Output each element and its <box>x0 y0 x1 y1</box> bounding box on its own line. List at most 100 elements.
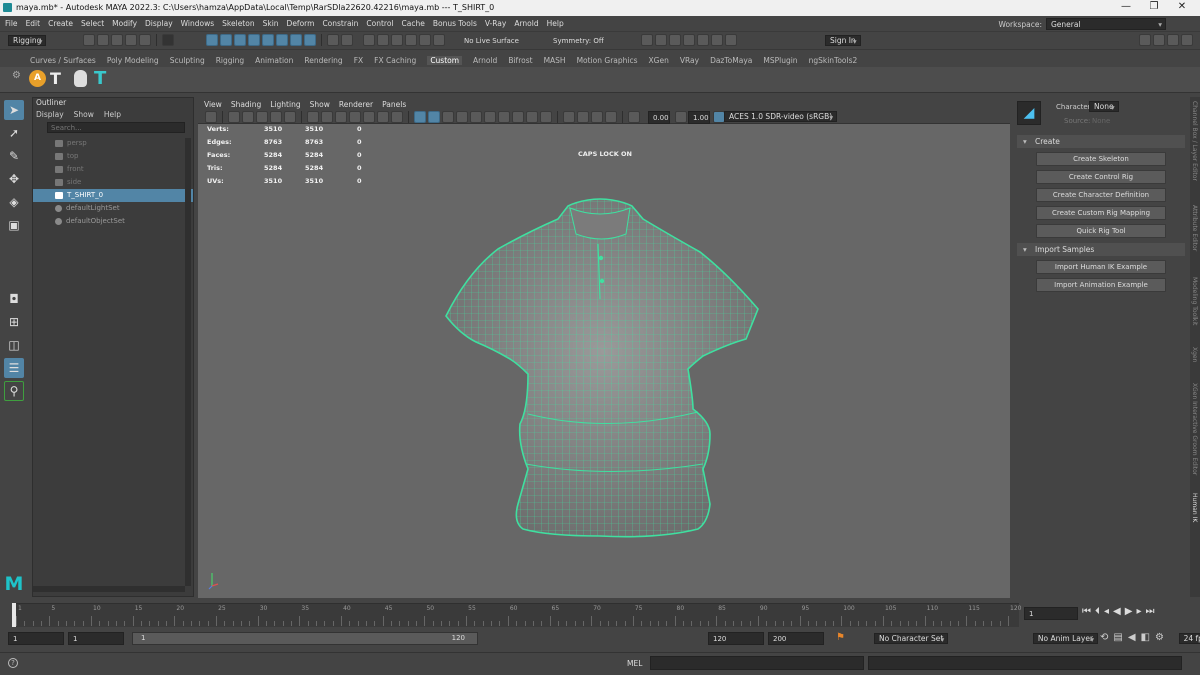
outliner-item[interactable]: side <box>33 176 193 189</box>
menu-cache[interactable]: Cache <box>402 19 425 28</box>
menu-modify[interactable]: Modify <box>112 19 137 28</box>
loop-icon[interactable]: ⟲ <box>1100 632 1113 643</box>
playback-start-field[interactable]: 1 <box>68 632 124 645</box>
menu-skin[interactable]: Skin <box>263 19 279 28</box>
shelf-tab-msplugin[interactable]: MSPlugin <box>763 56 797 65</box>
lasso-tool-icon[interactable]: ➚ <box>4 123 24 143</box>
xray-joints-icon[interactable] <box>591 111 603 123</box>
shelf-tab-vray[interactable]: VRay <box>680 56 699 65</box>
current-time-marker[interactable] <box>12 603 16 627</box>
side-tab-modeling-toolkit[interactable]: Modeling Toolkit <box>1191 277 1198 325</box>
perspective-viewport[interactable]: Verts: 3510 3510 0 Edges: 8763 8763 0 Faces: 5284… <box>198 124 1010 598</box>
film-gate-icon[interactable] <box>321 111 333 123</box>
anim-layer-combo[interactable]: No Anim Layer <box>1032 633 1099 644</box>
snap-surface-icon[interactable] <box>419 34 431 46</box>
viewport-menu-lighting[interactable]: Lighting <box>270 100 300 109</box>
image-plane-icon[interactable] <box>256 111 268 123</box>
workspace-combo[interactable]: General <box>1046 18 1166 30</box>
use-lights-icon[interactable] <box>470 111 482 123</box>
select-tool-icon[interactable]: ➤ <box>4 100 24 120</box>
anti-aliasing-icon[interactable] <box>526 111 538 123</box>
select-component-icon[interactable] <box>234 34 246 46</box>
rotate-tool-icon[interactable]: ◈ <box>4 192 24 212</box>
sign-in-combo[interactable]: Sign In <box>824 35 861 46</box>
single-perspective-layout-icon[interactable]: ◘ <box>4 289 24 309</box>
isolate-select-icon[interactable] <box>563 111 575 123</box>
snap-view-plane-icon[interactable] <box>405 34 417 46</box>
shelf-tab-sculpting[interactable]: Sculpting <box>170 56 205 65</box>
modeling-toolkit-icon[interactable] <box>1139 34 1151 46</box>
command-input[interactable] <box>650 656 864 670</box>
cache-playback-icon[interactable]: ▤ <box>1113 632 1127 643</box>
select-hierarchy-icon[interactable] <box>206 34 218 46</box>
ipr-render-icon[interactable] <box>669 34 681 46</box>
wireframe-icon[interactable] <box>414 111 426 123</box>
outliner-search-input[interactable]: Search... <box>47 122 185 133</box>
minimize-button[interactable]: — <box>1112 1 1140 12</box>
sound-icon[interactable]: ◀ <box>1128 632 1141 643</box>
outliner-scrollbar[interactable] <box>185 138 191 586</box>
camera-attr-icon[interactable] <box>228 111 240 123</box>
quick-rig-icon[interactable]: A <box>29 70 46 87</box>
menu-constrain[interactable]: Constrain <box>322 19 358 28</box>
shelf-tab-mash[interactable]: MASH <box>544 56 566 65</box>
shadows-icon[interactable] <box>484 111 496 123</box>
four-view-layout-icon[interactable]: ⊞ <box>4 312 24 332</box>
bookmark-icon[interactable] <box>242 111 254 123</box>
create-skeleton-icon[interactable]: T <box>50 69 61 88</box>
pause-render-icon[interactable] <box>725 34 737 46</box>
shelf-tab-daztomaya[interactable]: DazToMaya <box>710 56 752 65</box>
shelf-tab-motion-graphics[interactable]: Motion Graphics <box>577 56 638 65</box>
smooth-shade-icon[interactable] <box>428 111 440 123</box>
source-value[interactable]: None <box>1092 117 1110 125</box>
render-settings-icon[interactable] <box>683 34 695 46</box>
step-back-icon[interactable]: ◂ <box>1104 606 1113 617</box>
gamma-field[interactable]: 1.00 <box>688 111 710 124</box>
shelf-tab-poly-modeling[interactable]: Poly Modeling <box>107 56 159 65</box>
select-uv-icon[interactable] <box>290 34 302 46</box>
key-icon[interactable]: ◧ <box>1141 632 1155 643</box>
snap-point-icon[interactable] <box>391 34 403 46</box>
playback-end-field[interactable]: 120 <box>708 632 764 645</box>
grease-pencil-icon[interactable] <box>284 111 296 123</box>
menu-windows[interactable]: Windows <box>181 19 214 28</box>
preferences-icon[interactable]: ⚙ <box>1155 632 1169 643</box>
symmetry-label[interactable]: Symmetry: Off <box>553 37 604 45</box>
side-tab-human-ik[interactable]: Human IK <box>1191 493 1198 522</box>
live-surface-label[interactable]: No Live Surface <box>464 37 519 45</box>
textured-icon[interactable] <box>456 111 468 123</box>
exposure-icon[interactable] <box>628 111 640 123</box>
menu-control[interactable]: Control <box>366 19 393 28</box>
import-animation-example-button[interactable]: Import Animation Example <box>1036 278 1166 292</box>
snap-grid-icon[interactable] <box>363 34 375 46</box>
select-edge-icon[interactable] <box>262 34 274 46</box>
colorspace-combo[interactable]: ACES 1.0 SDR-video (sRGB) <box>724 111 838 122</box>
save-scene-icon[interactable] <box>111 34 123 46</box>
shelf-tab-rigging[interactable]: Rigging <box>216 56 244 65</box>
tshirt-mesh[interactable] <box>198 124 1010 598</box>
time-slider-strip[interactable]: 1 5 10 15 20 25 30 35 40 45 50 55 60 65 70 75 80 85 90 95 10… <box>12 603 1021 627</box>
outliner-menu-display[interactable]: Display <box>36 110 64 119</box>
scene-start-field[interactable]: 1 <box>8 632 64 645</box>
create-character-definition-button[interactable]: Create Character Definition <box>1036 188 1166 202</box>
shelf-tab-fx-caching[interactable]: FX Caching <box>374 56 416 65</box>
safe-title-icon[interactable] <box>391 111 403 123</box>
highlight-selection-icon[interactable] <box>341 34 353 46</box>
outliner-menu-show[interactable]: Show <box>74 110 94 119</box>
outliner-item[interactable]: top <box>33 150 193 163</box>
side-tab-attribute-editor[interactable]: Attribute Editor <box>1191 205 1198 251</box>
character-icon[interactable] <box>74 70 87 87</box>
selection-mask-icon[interactable] <box>162 34 174 46</box>
close-button[interactable]: ✕ <box>1168 1 1196 12</box>
menu-edit[interactable]: Edit <box>26 19 41 28</box>
viewport-menu-shading[interactable]: Shading <box>231 100 261 109</box>
current-frame-field[interactable]: 1 <box>1024 607 1078 620</box>
fps-combo[interactable]: 24 fps <box>1178 633 1200 644</box>
character-combo[interactable]: None <box>1089 101 1119 112</box>
tool-settings-icon[interactable] <box>1167 34 1179 46</box>
create-custom-rig-mapping-button[interactable]: Create Custom Rig Mapping <box>1036 206 1166 220</box>
lock-selection-icon[interactable] <box>327 34 339 46</box>
shelf-tab-rendering[interactable]: Rendering <box>304 56 342 65</box>
side-tab-xgen-interactive-groom-editor[interactable]: XGen Interactive Groom Editor <box>1191 383 1198 475</box>
select-object-icon[interactable] <box>220 34 232 46</box>
